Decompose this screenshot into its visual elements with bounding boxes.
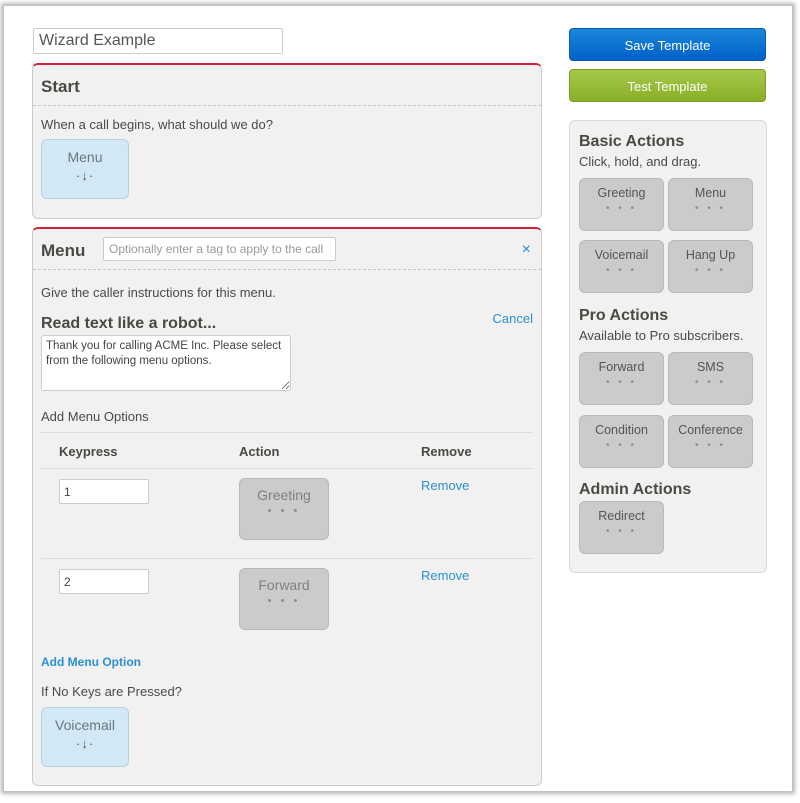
cancel-link[interactable]: Cancel bbox=[493, 311, 533, 326]
tile-label: Condition bbox=[595, 423, 648, 437]
tile-label: Voicemail bbox=[594, 248, 649, 262]
add-menu-option-link[interactable]: Add Menu Option bbox=[41, 655, 141, 669]
drag-handle-icon: • • • bbox=[605, 377, 638, 388]
action-tile-sms[interactable]: SMS • • • bbox=[668, 352, 753, 405]
column-header-keypress: Keypress bbox=[59, 444, 118, 459]
action-tile-condition[interactable]: Condition • • • bbox=[579, 415, 664, 468]
action-tile-hang-up[interactable]: Hang Up • • • bbox=[668, 240, 753, 293]
menu-panel: Menu × Give the caller instructions for … bbox=[32, 227, 542, 786]
basic-actions-title: Basic Actions bbox=[579, 133, 685, 150]
admin-actions-title: Admin Actions bbox=[579, 481, 692, 498]
start-panel-header: Start bbox=[33, 65, 541, 106]
action-tile-voicemail[interactable]: Voicemail • • • bbox=[579, 240, 664, 293]
drag-handle-icon: • • • bbox=[694, 440, 727, 451]
tile-label: Greeting bbox=[597, 186, 646, 200]
action-drop-target[interactable]: Forward • • • bbox=[239, 568, 329, 630]
no-keys-label: If No Keys are Pressed? bbox=[41, 684, 182, 699]
tile-label: SMS bbox=[696, 360, 725, 374]
start-panel: Start When a call begins, what should we… bbox=[32, 63, 542, 219]
column-header-remove: Remove bbox=[421, 444, 472, 459]
pro-actions-title: Pro Actions bbox=[579, 307, 669, 324]
drop-arrow-icon: ·↓· bbox=[75, 168, 95, 183]
tile-label: Conference bbox=[678, 423, 743, 437]
basic-actions-subtitle: Click, hold, and drag. bbox=[579, 154, 702, 169]
action-label: Greeting bbox=[257, 487, 311, 503]
menu-instructions: Give the caller instructions for this me… bbox=[41, 285, 276, 300]
no-keys-drop-target[interactable]: Voicemail ·↓· bbox=[41, 707, 129, 767]
drag-handle-icon: • • • bbox=[605, 265, 638, 276]
remove-link[interactable]: Remove bbox=[421, 478, 469, 493]
drag-handle-icon: • • • bbox=[694, 265, 727, 276]
action-tile-conference[interactable]: Conference • • • bbox=[668, 415, 753, 468]
action-tile-menu[interactable]: Menu • • • bbox=[668, 178, 753, 231]
close-icon[interactable]: × bbox=[522, 241, 531, 259]
table-row: Greeting • • • Remove bbox=[41, 469, 533, 559]
keypress-input[interactable] bbox=[59, 479, 149, 504]
drag-handle-icon: • • • bbox=[694, 377, 727, 388]
menu-options-label: Add Menu Options bbox=[41, 409, 149, 424]
remove-link[interactable]: Remove bbox=[421, 568, 469, 583]
action-label: Forward bbox=[258, 577, 310, 593]
start-prompt: When a call begins, what should we do? bbox=[41, 117, 273, 132]
start-panel-title: Start bbox=[41, 77, 80, 96]
tile-label: Menu bbox=[694, 186, 727, 200]
column-header-action: Action bbox=[239, 444, 280, 459]
table-row: Forward • • • Remove bbox=[41, 559, 533, 648]
drag-handle-icon: • • • bbox=[605, 440, 638, 451]
drag-handle-icon: • • • bbox=[267, 595, 301, 607]
actions-sidebar: Basic Actions Click, hold, and drag. Gre… bbox=[569, 120, 767, 573]
action-tile-redirect[interactable]: Redirect • • • bbox=[579, 501, 664, 554]
action-tile-greeting[interactable]: Greeting • • • bbox=[579, 178, 664, 231]
action-tile-forward[interactable]: Forward • • • bbox=[579, 352, 664, 405]
tile-label: Redirect bbox=[598, 509, 645, 523]
keypress-input[interactable] bbox=[59, 569, 149, 594]
drag-handle-icon: • • • bbox=[605, 203, 638, 214]
pro-actions-subtitle: Available to Pro subscribers. bbox=[579, 328, 744, 343]
drag-handle-icon: • • • bbox=[605, 526, 638, 537]
save-template-button[interactable]: Save Template bbox=[569, 28, 766, 61]
drop-arrow-icon: ·↓· bbox=[75, 736, 95, 751]
tag-input[interactable] bbox=[103, 237, 336, 261]
template-name-input[interactable] bbox=[33, 28, 283, 54]
test-template-button[interactable]: Test Template bbox=[569, 69, 766, 102]
robot-text-input[interactable]: Thank you for calling ACME Inc. Please s… bbox=[41, 335, 291, 391]
start-drop-target-label: Menu bbox=[67, 149, 103, 165]
tile-label: Hang Up bbox=[685, 248, 736, 262]
drag-handle-icon: • • • bbox=[694, 203, 727, 214]
table-header: Keypress Action Remove bbox=[41, 433, 533, 469]
no-keys-drop-target-label: Voicemail bbox=[55, 717, 115, 733]
menu-panel-title: Menu bbox=[41, 241, 86, 260]
menu-panel-header: Menu × bbox=[33, 229, 541, 270]
drag-handle-icon: • • • bbox=[267, 505, 301, 517]
action-drop-target[interactable]: Greeting • • • bbox=[239, 478, 329, 540]
menu-options-table: Keypress Action Remove Greeting • • • Re… bbox=[41, 432, 533, 648]
start-drop-target[interactable]: Menu ·↓· bbox=[41, 139, 129, 199]
tile-label: Forward bbox=[598, 360, 645, 374]
robot-heading: Read text like a robot... bbox=[41, 315, 217, 332]
